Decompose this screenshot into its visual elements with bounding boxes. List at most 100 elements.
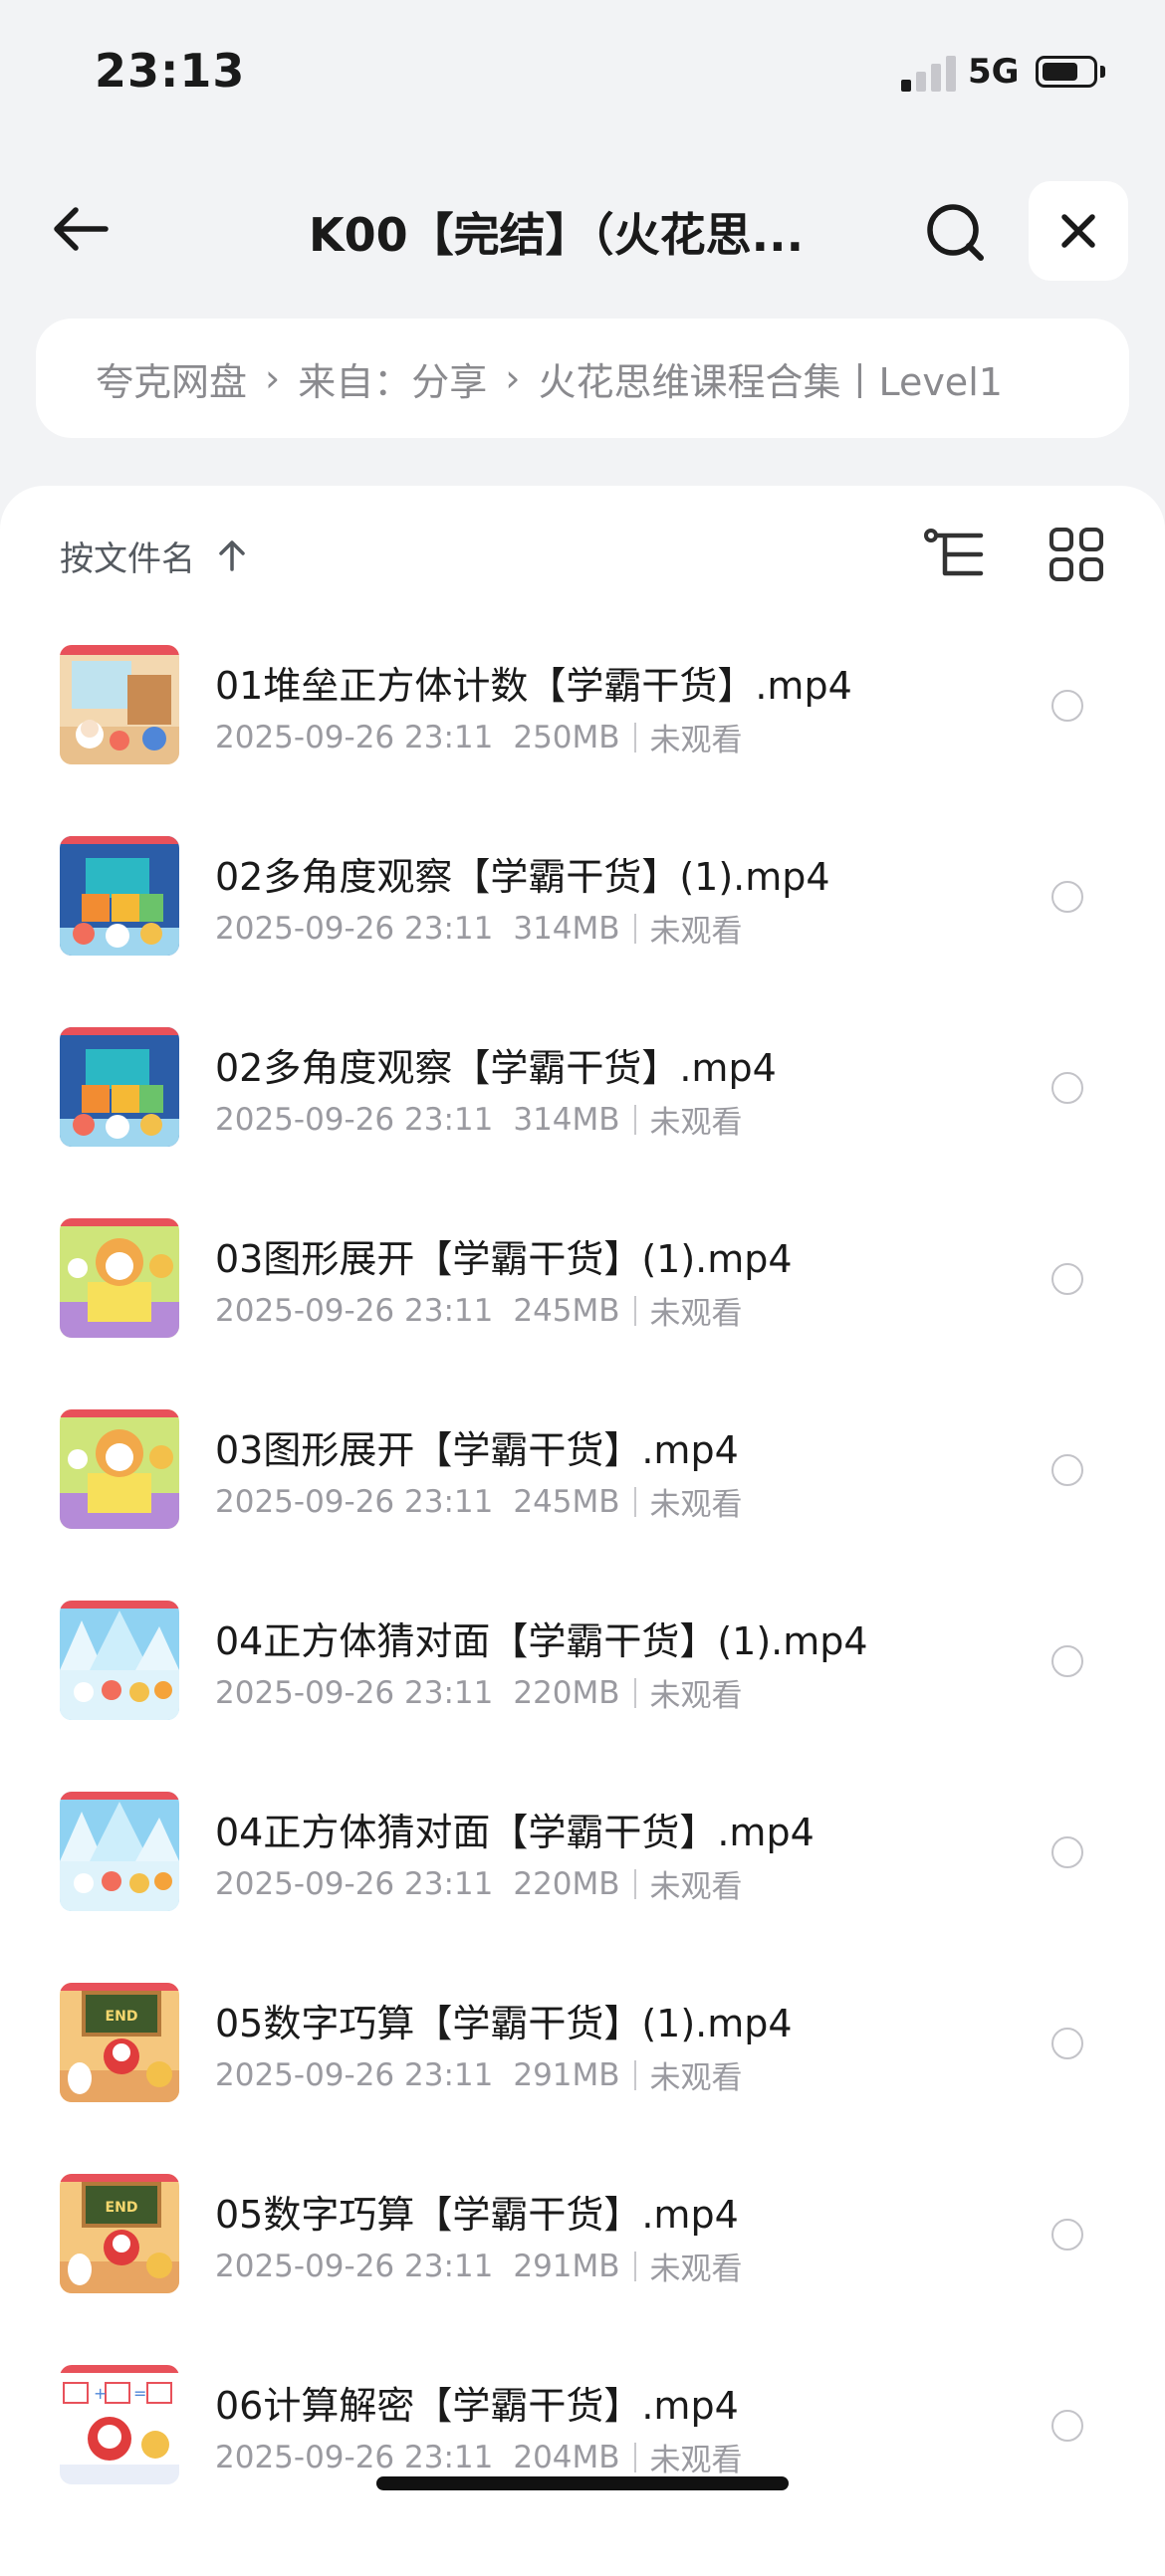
- file-row[interactable]: + = 06计算解密【学霸干货】.mp4 2025-09-26 23:11 204…: [0, 2360, 1165, 2551]
- file-meta: 2025-09-26 23:11 220MB 未观看: [215, 1670, 743, 1715]
- watch-status: 未观看: [649, 1869, 743, 1905]
- file-row[interactable]: 03图形展开【学霸干货】(1).mp4 2025-09-26 23:11 245…: [0, 1213, 1165, 1404]
- file-size: 245MB: [513, 1292, 620, 1329]
- breadcrumb-item-quark-drive[interactable]: 夸克网盘: [96, 351, 247, 406]
- network-label: 5G: [968, 52, 1020, 92]
- select-radio[interactable]: [1051, 1263, 1083, 1295]
- home-indicator: [376, 2476, 789, 2490]
- file-date: 2025-09-26 23:11: [215, 2439, 494, 2475]
- video-thumbnail: END: [60, 1983, 179, 2102]
- breadcrumb-item-course-collection[interactable]: 火花思维课程合集丨Level1: [538, 351, 1002, 406]
- file-name: 03图形展开【学霸干货】(1).mp4: [215, 1237, 793, 1281]
- select-radio[interactable]: [1051, 1645, 1083, 1677]
- meta-divider: [633, 1677, 636, 1708]
- grid-view-icon: [1049, 528, 1103, 581]
- file-list: 01堆垒正方体计数【学霸干货】.mp4 2025-09-26 23:11 250…: [0, 640, 1165, 2551]
- file-name: 05数字巧算【学霸干货】.mp4: [215, 2193, 739, 2237]
- select-radio[interactable]: [1051, 1072, 1083, 1104]
- status-time: 23:13: [95, 44, 246, 98]
- file-row[interactable]: 04正方体猜对面【学霸干货】(1).mp4 2025-09-26 23:11 2…: [0, 1596, 1165, 1787]
- search-button[interactable]: [914, 191, 998, 275]
- watch-status: 未观看: [649, 2060, 743, 2096]
- sort-up-arrow-icon: [217, 538, 247, 572]
- video-thumbnail: [60, 1409, 179, 1529]
- chevron-right-icon: ›: [265, 356, 281, 400]
- battery-icon: [1036, 56, 1097, 88]
- meta-divider: [633, 1868, 636, 1899]
- meta-divider: [633, 2059, 636, 2090]
- file-name: 04正方体猜对面【学霸干货】.mp4: [215, 1811, 815, 1854]
- watch-status: 未观看: [649, 1105, 743, 1141]
- file-date: 2025-09-26 23:11: [215, 719, 494, 755]
- file-name: 02多角度观察【学霸干货】(1).mp4: [215, 855, 830, 899]
- watch-status: 未观看: [649, 2252, 743, 2287]
- meta-divider: [633, 913, 636, 944]
- watch-status: 未观看: [649, 914, 743, 950]
- file-date: 2025-09-26 23:11: [215, 2248, 494, 2284]
- file-name: 06计算解密【学霸干货】.mp4: [215, 2384, 739, 2428]
- svg-text:=: =: [133, 2384, 146, 2403]
- search-icon: [927, 204, 984, 261]
- meta-divider: [633, 1486, 636, 1517]
- video-thumbnail: + =: [60, 2365, 179, 2484]
- tree-view-icon: [924, 529, 984, 576]
- page-title: K00【完结】（火花思...: [309, 208, 805, 262]
- close-icon: [1061, 214, 1095, 248]
- breadcrumb: 夸克网盘 › 来自：分享 › 火花思维课程合集丨Level1: [36, 319, 1129, 438]
- select-radio[interactable]: [1051, 2219, 1083, 2251]
- video-thumbnail: [60, 1601, 179, 1720]
- status-bar: 23:13 5G: [0, 0, 1165, 149]
- file-date: 2025-09-26 23:11: [215, 2056, 494, 2093]
- file-meta: 2025-09-26 23:11 245MB 未观看: [215, 1479, 743, 1524]
- watch-status: 未观看: [649, 723, 743, 758]
- file-size: 291MB: [513, 2056, 620, 2093]
- meta-divider: [633, 1295, 636, 1326]
- file-size: 291MB: [513, 2248, 620, 2284]
- file-name: 02多角度观察【学霸干货】.mp4: [215, 1046, 777, 1090]
- video-thumbnail: [60, 1027, 179, 1147]
- file-row[interactable]: END 05数字巧算【学霸干货】(1).mp4 2025-09-26 23:11…: [0, 1978, 1165, 2169]
- battery-cap: [1100, 66, 1105, 78]
- select-radio[interactable]: [1051, 2410, 1083, 2442]
- file-date: 2025-09-26 23:11: [215, 1101, 494, 1138]
- grid-view-button[interactable]: [1044, 522, 1109, 587]
- file-name: 04正方体猜对面【学霸干货】(1).mp4: [215, 1619, 868, 1663]
- meta-divider: [633, 722, 636, 752]
- file-row[interactable]: 04正方体猜对面【学霸干货】.mp4 2025-09-26 23:11 220M…: [0, 1787, 1165, 1978]
- watch-status: 未观看: [649, 1678, 743, 1714]
- video-thumbnail: [60, 1792, 179, 1911]
- file-size: 314MB: [513, 1101, 620, 1138]
- file-row[interactable]: 02多角度观察【学霸干货】.mp4 2025-09-26 23:11 314MB…: [0, 1022, 1165, 1213]
- breadcrumb-item-shared[interactable]: 来自：分享: [298, 351, 487, 406]
- video-thumbnail: [60, 836, 179, 956]
- select-radio[interactable]: [1051, 881, 1083, 913]
- file-name: 05数字巧算【学霸干货】(1).mp4: [215, 2002, 793, 2045]
- header: K00【完结】（火花思...: [0, 169, 1165, 289]
- file-meta: 2025-09-26 23:11 245MB 未观看: [215, 1288, 743, 1333]
- watch-status: 未观看: [649, 1487, 743, 1523]
- meta-divider: [633, 2251, 636, 2281]
- file-meta: 2025-09-26 23:11 204MB 未观看: [215, 2435, 743, 2479]
- select-radio[interactable]: [1051, 2028, 1083, 2059]
- file-row[interactable]: 01堆垒正方体计数【学霸干货】.mp4 2025-09-26 23:11 250…: [0, 640, 1165, 831]
- sort-button[interactable]: 按文件名: [60, 526, 247, 585]
- file-name: 03图形展开【学霸干货】.mp4: [215, 1428, 739, 1472]
- video-thumbnail: [60, 645, 179, 764]
- video-thumbnail: END: [60, 2174, 179, 2293]
- file-name: 01堆垒正方体计数【学霸干货】.mp4: [215, 664, 852, 708]
- file-meta: 2025-09-26 23:11 291MB 未观看: [215, 2244, 743, 2288]
- tree-view-button[interactable]: [921, 522, 987, 587]
- file-row[interactable]: 03图形展开【学霸干货】.mp4 2025-09-26 23:11 245MB …: [0, 1404, 1165, 1596]
- file-date: 2025-09-26 23:11: [215, 1865, 494, 1902]
- file-row[interactable]: END 05数字巧算【学霸干货】.mp4 2025-09-26 23:11 29…: [0, 2169, 1165, 2360]
- select-radio[interactable]: [1051, 690, 1083, 722]
- file-size: 314MB: [513, 910, 620, 947]
- select-radio[interactable]: [1051, 1454, 1083, 1486]
- select-radio[interactable]: [1051, 1836, 1083, 1868]
- file-size: 204MB: [513, 2439, 620, 2475]
- file-row[interactable]: 02多角度观察【学霸干货】(1).mp4 2025-09-26 23:11 31…: [0, 831, 1165, 1022]
- back-button[interactable]: [40, 189, 119, 269]
- close-button[interactable]: [1029, 181, 1128, 281]
- watch-status: 未观看: [649, 2443, 743, 2478]
- file-meta: 2025-09-26 23:11 220MB 未观看: [215, 1861, 743, 1906]
